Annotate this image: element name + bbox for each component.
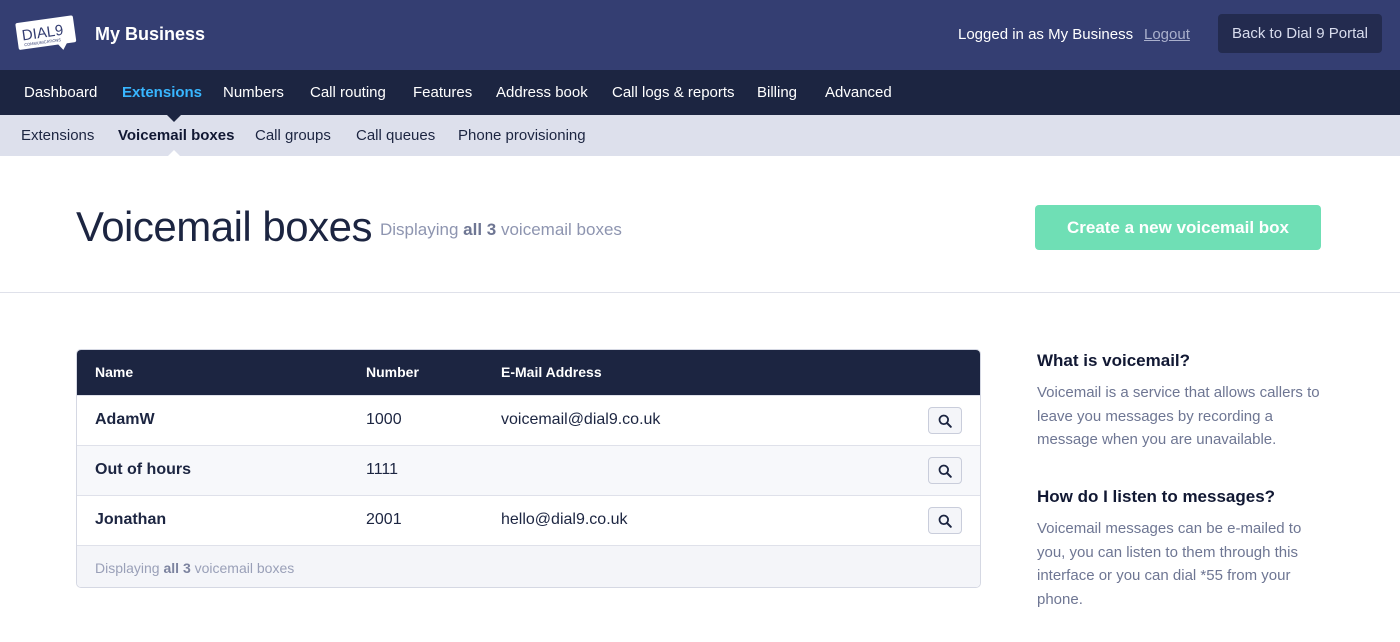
active-subtab-pointer bbox=[167, 150, 181, 157]
page-subtitle: Displaying all 3 voicemail boxes bbox=[380, 220, 622, 239]
nav-item-extensions[interactable]: Extensions bbox=[122, 84, 202, 101]
row-number: 1111 bbox=[366, 461, 399, 478]
nav-item-address-book[interactable]: Address book bbox=[496, 84, 588, 101]
column-header-email[interactable]: E-Mail Address bbox=[501, 364, 602, 380]
business-name: My Business bbox=[95, 24, 206, 44]
view-button[interactable] bbox=[928, 507, 962, 534]
row-name[interactable]: Jonathan bbox=[95, 511, 166, 529]
column-header-number[interactable]: Number bbox=[366, 364, 419, 380]
dial9-logo[interactable]: DIAL9 COMMUNICATIONS bbox=[14, 14, 80, 54]
header-divider bbox=[0, 292, 1400, 293]
view-button[interactable] bbox=[928, 407, 962, 434]
subnav-item-extensions[interactable]: Extensions bbox=[21, 127, 94, 144]
search-icon bbox=[938, 414, 952, 428]
row-name[interactable]: Out of hours bbox=[95, 461, 191, 479]
row-name[interactable]: AdamW bbox=[95, 411, 155, 429]
nav-item-features[interactable]: Features bbox=[413, 84, 472, 101]
main-nav: Dashboard Extensions Numbers Call routin… bbox=[0, 70, 1400, 115]
sub-nav: Extensions Voicemail boxes Call groups C… bbox=[0, 115, 1400, 156]
view-button[interactable] bbox=[928, 457, 962, 484]
search-icon bbox=[938, 514, 952, 528]
row-number: 2001 bbox=[366, 511, 402, 528]
subnav-item-voicemail-boxes[interactable]: Voicemail boxes bbox=[118, 127, 234, 144]
nav-item-call-logs-reports[interactable]: Call logs & reports bbox=[612, 84, 735, 101]
row-email: hello@dial9.co.uk bbox=[501, 511, 628, 528]
help-text-listen-to-messages: Voicemail messages can be e-mailed to yo… bbox=[1037, 520, 1302, 608]
table-row[interactable]: Out of hours 1111 bbox=[77, 445, 980, 495]
subnav-item-phone-provisioning[interactable]: Phone provisioning bbox=[458, 127, 586, 144]
nav-item-billing[interactable]: Billing bbox=[757, 84, 797, 101]
active-tab-pointer bbox=[167, 115, 181, 122]
nav-item-numbers[interactable]: Numbers bbox=[223, 84, 284, 101]
column-header-name[interactable]: Name bbox=[95, 364, 133, 380]
top-bar: DIAL9 COMMUNICATIONS My Business Logged … bbox=[0, 0, 1400, 70]
subnav-item-call-queues[interactable]: Call queues bbox=[356, 127, 435, 144]
back-to-portal-button[interactable]: Back to Dial 9 Portal bbox=[1218, 14, 1382, 53]
logged-in-status: Logged in as My Business bbox=[958, 26, 1134, 43]
nav-item-call-routing[interactable]: Call routing bbox=[310, 84, 386, 101]
create-voicemail-box-button[interactable]: Create a new voicemail box bbox=[1035, 205, 1321, 250]
help-text-what-is-voicemail: Voicemail is a service that allows calle… bbox=[1037, 384, 1320, 448]
row-number: 1000 bbox=[366, 411, 402, 428]
help-heading-what-is-voicemail: What is voicemail? bbox=[1037, 351, 1191, 370]
logout-link[interactable]: Logout bbox=[1144, 26, 1190, 43]
help-heading-listen-to-messages: How do I listen to messages? bbox=[1037, 487, 1276, 506]
table-header: Name Number E-Mail Address bbox=[77, 350, 980, 395]
search-icon bbox=[938, 464, 952, 478]
table-footer-count: Displaying all 3 voicemail boxes bbox=[95, 560, 295, 576]
table-row[interactable]: Jonathan 2001 hello@dial9.co.uk bbox=[77, 495, 980, 545]
nav-item-advanced[interactable]: Advanced bbox=[825, 84, 892, 101]
table-row[interactable]: AdamW 1000 voicemail@dial9.co.uk bbox=[77, 395, 980, 445]
table-footer: Displaying all 3 voicemail boxes bbox=[77, 545, 980, 587]
subnav-item-call-groups[interactable]: Call groups bbox=[255, 127, 331, 144]
row-email: voicemail@dial9.co.uk bbox=[501, 411, 661, 428]
page-title: Voicemail boxes bbox=[76, 203, 373, 250]
nav-item-dashboard[interactable]: Dashboard bbox=[24, 84, 97, 101]
voicemail-boxes-table: Name Number E-Mail Address AdamW 1000 vo… bbox=[76, 349, 981, 588]
